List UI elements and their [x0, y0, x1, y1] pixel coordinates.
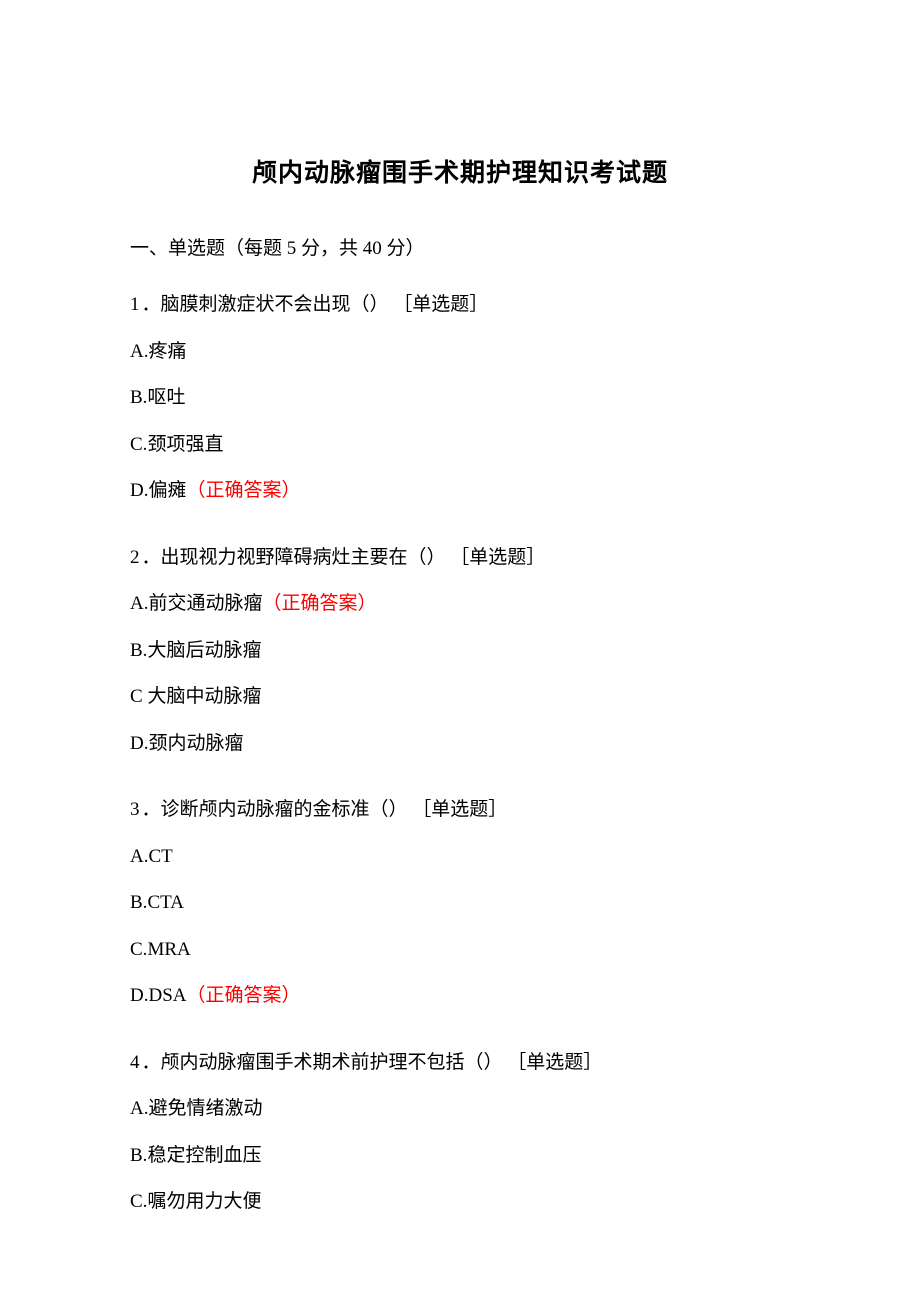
option: C.MRA	[130, 936, 790, 965]
question-stem: ．出现视力视野障碍病灶主要在（） ［单选题］	[142, 547, 546, 568]
option: D.偏瘫（正确答案）	[130, 477, 790, 506]
option: C.嘱勿用力大便	[130, 1188, 790, 1217]
option: B.呕吐	[130, 384, 790, 413]
option-letter: B.	[130, 1145, 147, 1166]
option-text: DSA	[148, 985, 186, 1006]
option-text: 嘱勿用力大便	[147, 1191, 261, 1212]
option: C.颈项强直	[130, 431, 790, 460]
question-text: 4．颅内动脉瘤围手术期术前护理不包括（） ［单选题］	[130, 1049, 790, 1078]
option-letter: B.	[130, 892, 147, 913]
question-stem: ．颅内动脉瘤围手术期术前护理不包括（） ［单选题］	[142, 1052, 603, 1073]
answer-label: （正确答案）	[263, 593, 377, 614]
question-stem: ．诊断颅内动脉瘤的金标准（） ［单选题］	[142, 799, 508, 820]
option-text: 疼痛	[148, 341, 186, 362]
question-number: 4	[130, 1052, 142, 1073]
option-letter: A.	[130, 846, 148, 867]
option-letter: D.	[130, 985, 148, 1006]
question-block: 1．脑膜刺激症状不会出现（） ［单选题］ A.疼痛 B.呕吐 C.颈项强直 D.…	[130, 291, 790, 506]
question-number: 3	[130, 799, 142, 820]
question-number: 1	[130, 294, 142, 315]
option-letter: B.	[130, 387, 147, 408]
option: A.疼痛	[130, 338, 790, 367]
option: B.CTA	[130, 889, 790, 918]
option-text: 大脑中动脉瘤	[143, 686, 262, 707]
option: D.颈内动脉瘤	[130, 730, 790, 759]
option: A.CT	[130, 843, 790, 872]
option: D.DSA（正确答案）	[130, 982, 790, 1011]
option-text: 颈内动脉瘤	[148, 733, 243, 754]
option-text: 偏瘫	[148, 480, 186, 501]
option-text: 避免情绪激动	[148, 1098, 262, 1119]
question-stem: ．脑膜刺激症状不会出现（） ［单选题］	[142, 294, 489, 315]
option: A.避免情绪激动	[130, 1095, 790, 1124]
section-header: 一、单选题（每题 5 分，共 40 分）	[130, 235, 790, 264]
question-text: 3．诊断颅内动脉瘤的金标准（） ［单选题］	[130, 796, 790, 825]
option-text: 前交通动脉瘤	[148, 593, 262, 614]
option-letter: D.	[130, 733, 148, 754]
option: B.稳定控制血压	[130, 1142, 790, 1171]
answer-label: （正确答案）	[187, 985, 301, 1006]
option-letter: C	[130, 686, 143, 707]
option-text: 呕吐	[147, 387, 185, 408]
option-text: MRA	[147, 939, 190, 960]
option-letter: A.	[130, 593, 148, 614]
option-letter: C.	[130, 1191, 147, 1212]
option-letter: A.	[130, 341, 148, 362]
question-number: 2	[130, 547, 142, 568]
option-letter: B.	[130, 640, 147, 661]
question-text: 2．出现视力视野障碍病灶主要在（） ［单选题］	[130, 544, 790, 573]
option: B.大脑后动脉瘤	[130, 637, 790, 666]
option: C 大脑中动脉瘤	[130, 683, 790, 712]
option-text: 颈项强直	[147, 434, 223, 455]
question-block: 3．诊断颅内动脉瘤的金标准（） ［单选题］ A.CT B.CTA C.MRA D…	[130, 796, 790, 1011]
page-title: 颅内动脉瘤围手术期护理知识考试题	[130, 155, 790, 193]
option-text: 大脑后动脉瘤	[147, 640, 261, 661]
option: A.前交通动脉瘤（正确答案）	[130, 590, 790, 619]
question-text: 1．脑膜刺激症状不会出现（） ［单选题］	[130, 291, 790, 320]
option-text: 稳定控制血压	[147, 1145, 261, 1166]
answer-label: （正确答案）	[187, 480, 301, 501]
option-letter: A.	[130, 1098, 148, 1119]
question-block: 2．出现视力视野障碍病灶主要在（） ［单选题］ A.前交通动脉瘤（正确答案） B…	[130, 544, 790, 759]
option-letter: C.	[130, 939, 147, 960]
option-text: CTA	[147, 892, 183, 913]
option-text: CT	[148, 846, 172, 867]
option-letter: C.	[130, 434, 147, 455]
option-letter: D.	[130, 480, 148, 501]
question-block: 4．颅内动脉瘤围手术期术前护理不包括（） ［单选题］ A.避免情绪激动 B.稳定…	[130, 1049, 790, 1217]
